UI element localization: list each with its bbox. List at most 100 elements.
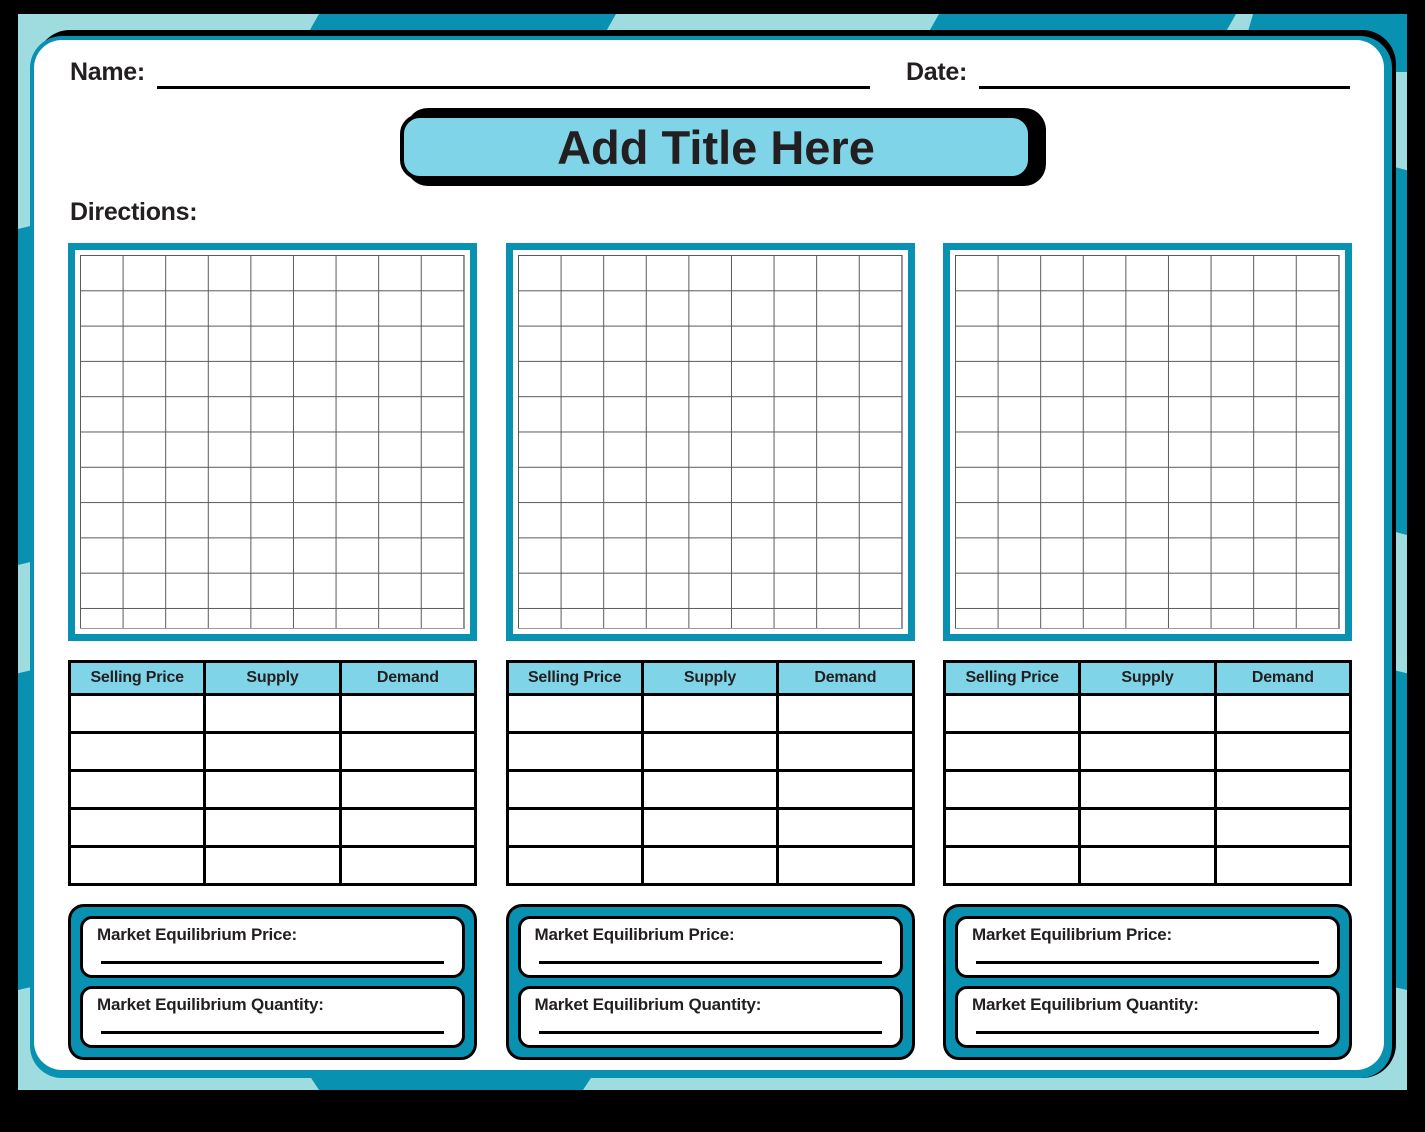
cell-selling-price[interactable] xyxy=(505,731,644,772)
equilibrium-panel-3: Market Equilibrium Price: Market Equilib… xyxy=(943,904,1352,1060)
cell-supply[interactable] xyxy=(640,693,780,734)
cell-supply[interactable] xyxy=(640,807,780,848)
cell-demand[interactable] xyxy=(1213,769,1353,810)
date-field-group: Date: xyxy=(906,58,1350,89)
cell-demand[interactable] xyxy=(338,769,478,810)
graph-grid-area-3[interactable] xyxy=(955,255,1340,629)
supply-demand-table-1: Selling Price Supply Demand xyxy=(67,660,478,886)
table-row xyxy=(505,731,915,772)
cell-demand[interactable] xyxy=(776,845,915,886)
graph-grid-1[interactable] xyxy=(68,243,477,641)
table-header-row: Selling Price Supply Demand xyxy=(942,660,1353,696)
cell-selling-price[interactable] xyxy=(67,769,207,810)
graph-grid-area-2[interactable] xyxy=(517,255,903,629)
cell-demand[interactable] xyxy=(338,693,478,734)
graph-grid-3[interactable] xyxy=(943,243,1352,641)
cell-demand[interactable] xyxy=(776,731,915,772)
cell-selling-price[interactable] xyxy=(942,731,1082,772)
column-header-selling-price: Selling Price xyxy=(67,660,207,696)
graph-grid-area-1[interactable] xyxy=(80,255,465,629)
cell-demand[interactable] xyxy=(1213,693,1353,734)
worksheet-column-3: Selling Price Supply Demand Market Equil… xyxy=(942,243,1353,1060)
equilibrium-panel-1: Market Equilibrium Price: Market Equilib… xyxy=(68,904,477,1060)
cell-supply[interactable] xyxy=(1078,731,1217,772)
equilibrium-quantity-row[interactable]: Market Equilibrium Quantity: xyxy=(517,986,903,1048)
cell-supply[interactable] xyxy=(203,807,342,848)
table-row xyxy=(67,807,478,848)
table-row xyxy=(505,693,915,734)
cell-demand[interactable] xyxy=(338,845,478,886)
cell-supply[interactable] xyxy=(203,769,342,810)
column-header-selling-price: Selling Price xyxy=(942,660,1082,696)
cell-demand[interactable] xyxy=(338,731,478,772)
table-row xyxy=(505,769,915,810)
title-pill[interactable]: Add Title Here xyxy=(400,114,1032,180)
name-field-group: Name: xyxy=(70,58,870,89)
equilibrium-quantity-row[interactable]: Market Equilibrium Quantity: xyxy=(80,986,465,1048)
cell-supply[interactable] xyxy=(1078,769,1217,810)
graph-grid-2[interactable] xyxy=(505,243,915,641)
cell-supply[interactable] xyxy=(1078,845,1217,886)
table-row xyxy=(505,845,915,886)
equilibrium-quantity-input-line[interactable] xyxy=(101,1031,444,1034)
equilibrium-quantity-label: Market Equilibrium Quantity: xyxy=(534,995,762,1014)
equilibrium-quantity-input-line[interactable] xyxy=(976,1031,1319,1034)
directions-label: Directions: xyxy=(70,198,198,226)
name-label: Name: xyxy=(70,58,145,86)
cell-selling-price[interactable] xyxy=(505,845,644,886)
cell-supply[interactable] xyxy=(1078,693,1217,734)
cell-selling-price[interactable] xyxy=(505,769,644,810)
column-header-demand: Demand xyxy=(1213,660,1353,696)
equilibrium-panel-2: Market Equilibrium Price: Market Equilib… xyxy=(505,904,915,1060)
cell-demand[interactable] xyxy=(776,769,915,810)
equilibrium-price-input-line[interactable] xyxy=(101,961,444,964)
cell-selling-price[interactable] xyxy=(505,693,644,734)
cell-selling-price[interactable] xyxy=(942,845,1082,886)
table-header-row: Selling Price Supply Demand xyxy=(505,660,915,696)
equilibrium-price-row[interactable]: Market Equilibrium Price: xyxy=(955,916,1340,978)
equilibrium-price-input-line[interactable] xyxy=(976,961,1319,964)
cell-selling-price[interactable] xyxy=(942,807,1082,848)
cell-selling-price[interactable] xyxy=(505,807,644,848)
worksheet-columns: Selling Price Supply Demand Market Equil… xyxy=(67,243,1353,1060)
equilibrium-quantity-label: Market Equilibrium Quantity: xyxy=(97,995,324,1014)
cell-supply[interactable] xyxy=(203,693,342,734)
supply-demand-table-2: Selling Price Supply Demand xyxy=(505,660,915,886)
date-input-line[interactable] xyxy=(979,60,1350,89)
equilibrium-price-row[interactable]: Market Equilibrium Price: xyxy=(517,916,903,978)
cell-demand[interactable] xyxy=(1213,845,1353,886)
cell-supply[interactable] xyxy=(640,731,780,772)
column-header-supply: Supply xyxy=(640,660,780,696)
cell-demand[interactable] xyxy=(776,807,915,848)
cell-supply[interactable] xyxy=(1078,807,1217,848)
cell-supply[interactable] xyxy=(203,845,342,886)
cell-selling-price[interactable] xyxy=(67,807,207,848)
equilibrium-quantity-input-line[interactable] xyxy=(538,1031,882,1034)
cell-selling-price[interactable] xyxy=(942,693,1082,734)
table-row xyxy=(505,807,915,848)
cell-demand[interactable] xyxy=(1213,731,1353,772)
name-input-line[interactable] xyxy=(156,60,870,89)
equilibrium-price-row[interactable]: Market Equilibrium Price: xyxy=(80,916,465,978)
worksheet-sheet: Name: Date: Add Title Here Directions: S… xyxy=(34,40,1384,1070)
cell-demand[interactable] xyxy=(776,693,915,734)
worksheet-column-2: Selling Price Supply Demand Market Equil… xyxy=(505,243,915,1060)
cell-supply[interactable] xyxy=(640,845,780,886)
cell-selling-price[interactable] xyxy=(942,769,1082,810)
cell-demand[interactable] xyxy=(338,807,478,848)
column-header-supply: Supply xyxy=(203,660,342,696)
cell-selling-price[interactable] xyxy=(67,731,207,772)
cell-supply[interactable] xyxy=(640,769,780,810)
cell-demand[interactable] xyxy=(1213,807,1353,848)
column-header-supply: Supply xyxy=(1078,660,1217,696)
table-row xyxy=(942,769,1353,810)
cell-supply[interactable] xyxy=(203,731,342,772)
equilibrium-quantity-row[interactable]: Market Equilibrium Quantity: xyxy=(955,986,1340,1048)
cell-selling-price[interactable] xyxy=(67,693,207,734)
equilibrium-price-input-line[interactable] xyxy=(538,961,882,964)
equilibrium-price-label: Market Equilibrium Price: xyxy=(972,925,1172,944)
cell-selling-price[interactable] xyxy=(67,845,207,886)
column-header-demand: Demand xyxy=(776,660,915,696)
page-title: Add Title Here xyxy=(557,120,875,174)
supply-demand-table-3: Selling Price Supply Demand xyxy=(942,660,1353,886)
